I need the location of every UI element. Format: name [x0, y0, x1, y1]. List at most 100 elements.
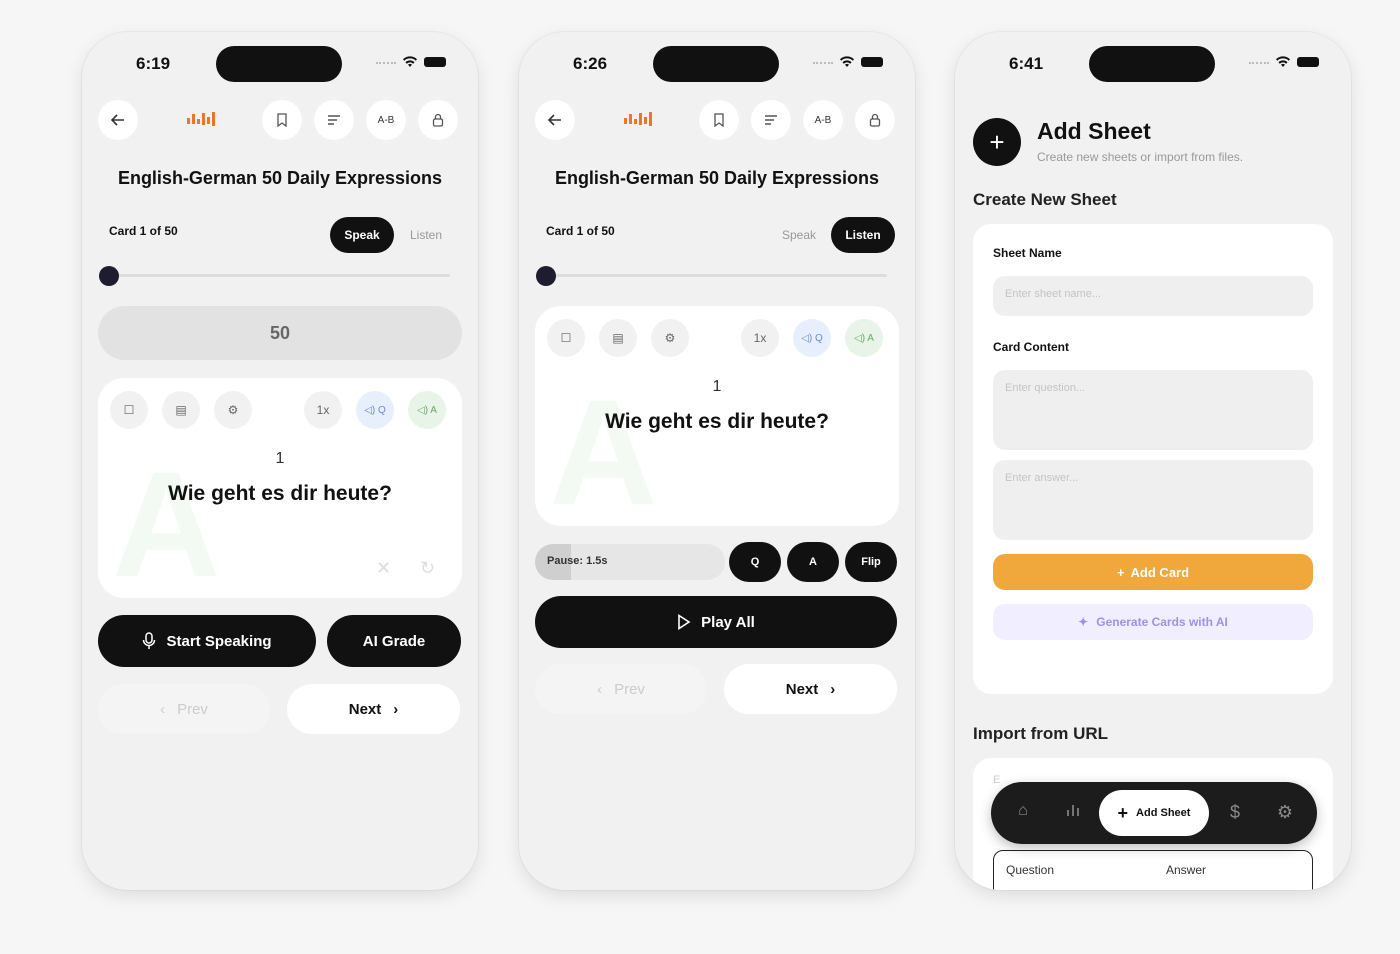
start-speaking-label: Start Speaking — [166, 632, 272, 650]
signal-icon — [813, 62, 833, 68]
generate-ai-button[interactable]: ✦ Generate Cards with AI — [993, 604, 1313, 640]
mode-speak-option[interactable]: Speak — [767, 217, 831, 253]
speak-answer-button[interactable]: ◁) A — [408, 391, 446, 429]
list-button[interactable] — [751, 100, 791, 140]
progress-slider-track[interactable] — [546, 274, 887, 277]
progress-slider-thumb[interactable] — [536, 266, 556, 286]
flashcard[interactable]: A ☐ ▤ ⚙ 1x ◁) Q ◁) A 1 Wie geht es dir h… — [535, 306, 899, 526]
deck-title: English-German 50 Daily Expressions — [554, 168, 880, 188]
refresh-icon[interactable]: ↻ — [420, 558, 435, 579]
page-subtitle: Create new sheets or import from files. — [1037, 150, 1244, 164]
sheet-name-input[interactable]: Enter sheet name... — [993, 276, 1313, 316]
preview-table-header: Question Answer — [993, 850, 1313, 890]
play-question-button[interactable]: Q — [729, 542, 781, 582]
card-number: 1 — [712, 378, 722, 395]
card-settings-icon[interactable]: ⚙ — [651, 319, 689, 357]
play-all-button[interactable]: Play All — [535, 596, 897, 648]
prev-button[interactable]: ‹ Prev — [98, 684, 270, 734]
lock-icon — [869, 113, 881, 127]
speed-button[interactable]: 1x — [304, 391, 342, 429]
app-logo-icon — [624, 112, 652, 126]
tab-add-sheet[interactable]: + Add Sheet — [1099, 790, 1209, 836]
flip-button[interactable]: Flip — [845, 542, 897, 582]
dynamic-island — [653, 46, 779, 82]
bookmark-button[interactable] — [699, 100, 739, 140]
status-time: 6:26 — [573, 54, 608, 73]
back-button[interactable] — [535, 100, 575, 140]
dynamic-island — [1089, 46, 1215, 82]
mode-toggle: Speak Listen — [767, 217, 897, 253]
url-input[interactable]: E — [993, 774, 1000, 786]
flashcard[interactable]: A ☐ ▤ ⚙ 1x ◁) Q ◁) A 1 Wie geht es dir h… — [98, 378, 462, 598]
card-bookmark-icon[interactable]: ☐ — [547, 319, 585, 357]
prev-button[interactable]: ‹ Prev — [535, 664, 707, 714]
lock-button[interactable] — [418, 100, 458, 140]
speak-question-button[interactable]: ◁) Q — [793, 319, 831, 357]
progress-slider-thumb[interactable] — [99, 266, 119, 286]
speak-answer-button[interactable]: ◁) A — [845, 319, 883, 357]
card-number: 1 — [275, 450, 285, 467]
next-button[interactable]: Next › — [724, 664, 897, 714]
card-notes-icon[interactable]: ▤ — [162, 391, 200, 429]
play-answer-button[interactable]: A — [787, 542, 839, 582]
mode-listen-option[interactable]: Listen — [394, 217, 458, 253]
answer-column-header: Answer — [1166, 863, 1207, 877]
list-icon — [328, 115, 340, 125]
home-icon[interactable]: ⌂ — [1011, 802, 1035, 824]
import-section-title: Import from URL — [973, 724, 1109, 743]
next-label: Next — [348, 700, 382, 718]
speed-button[interactable]: 1x — [741, 319, 779, 357]
card-counter: Card 1 of 50 — [546, 224, 615, 238]
swap-direction-button[interactable]: A-B — [366, 100, 406, 140]
status-time: 6:41 — [1009, 54, 1044, 73]
answer-input[interactable]: Enter answer... — [993, 460, 1313, 540]
close-icon[interactable]: ✕ — [376, 558, 391, 579]
stats-icon[interactable] — [1061, 802, 1085, 824]
pause-slider[interactable]: Pause: 1.5s — [535, 544, 725, 580]
back-button[interactable] — [98, 100, 138, 140]
battery-icon — [1297, 57, 1319, 67]
next-label: Next — [785, 680, 819, 698]
phone-add-sheet: 6:41 + Add Sheet Create new sheets or im… — [955, 32, 1351, 890]
dynamic-island — [216, 46, 342, 82]
battery-icon — [861, 57, 883, 67]
card-content-label: Card Content — [993, 340, 1069, 354]
bookmark-button[interactable] — [262, 100, 302, 140]
add-card-button[interactable]: + Add Card — [993, 554, 1313, 590]
status-bar: 6:19 — [82, 46, 478, 82]
lock-button[interactable] — [855, 100, 895, 140]
question-input[interactable]: Enter question... — [993, 370, 1313, 450]
wifi-icon — [1276, 56, 1290, 67]
swap-direction-button[interactable]: A-B — [803, 100, 843, 140]
total-cards-pill: 50 — [98, 306, 462, 360]
progress-slider-track[interactable] — [109, 274, 450, 277]
card-notes-icon[interactable]: ▤ — [599, 319, 637, 357]
prev-label: Prev — [614, 680, 645, 698]
list-button[interactable] — [314, 100, 354, 140]
chevron-left-icon: ‹ — [160, 700, 166, 718]
card-counter: Card 1 of 50 — [109, 224, 178, 238]
bar-chart-icon — [1067, 805, 1079, 816]
status-bar: 6:26 — [519, 46, 915, 82]
chevron-left-icon: ‹ — [597, 680, 603, 698]
plus-icon: + — [1116, 564, 1125, 580]
top-bar: A-B — [98, 100, 462, 140]
start-speaking-button[interactable]: Start Speaking — [98, 615, 316, 667]
prev-label: Prev — [177, 700, 208, 718]
phone-listen-mode: 6:26 A-B English-German 50 Daily Express… — [519, 32, 915, 890]
dollar-icon[interactable]: $ — [1223, 802, 1247, 824]
arrow-left-icon — [547, 114, 561, 126]
gear-icon[interactable]: ⚙ — [1273, 802, 1297, 824]
lock-icon — [432, 113, 444, 127]
card-settings-icon[interactable]: ⚙ — [214, 391, 252, 429]
status-icons — [813, 56, 883, 68]
mode-speak-option[interactable]: Speak — [330, 217, 394, 253]
ai-grade-button[interactable]: AI Grade — [327, 615, 461, 667]
speak-question-button[interactable]: ◁) Q — [356, 391, 394, 429]
mode-listen-option[interactable]: Listen — [831, 217, 895, 253]
card-bookmark-icon[interactable]: ☐ — [110, 391, 148, 429]
next-button[interactable]: Next › — [287, 684, 460, 734]
microphone-icon — [143, 632, 156, 649]
status-icons — [376, 56, 446, 68]
signal-icon — [1249, 62, 1269, 68]
